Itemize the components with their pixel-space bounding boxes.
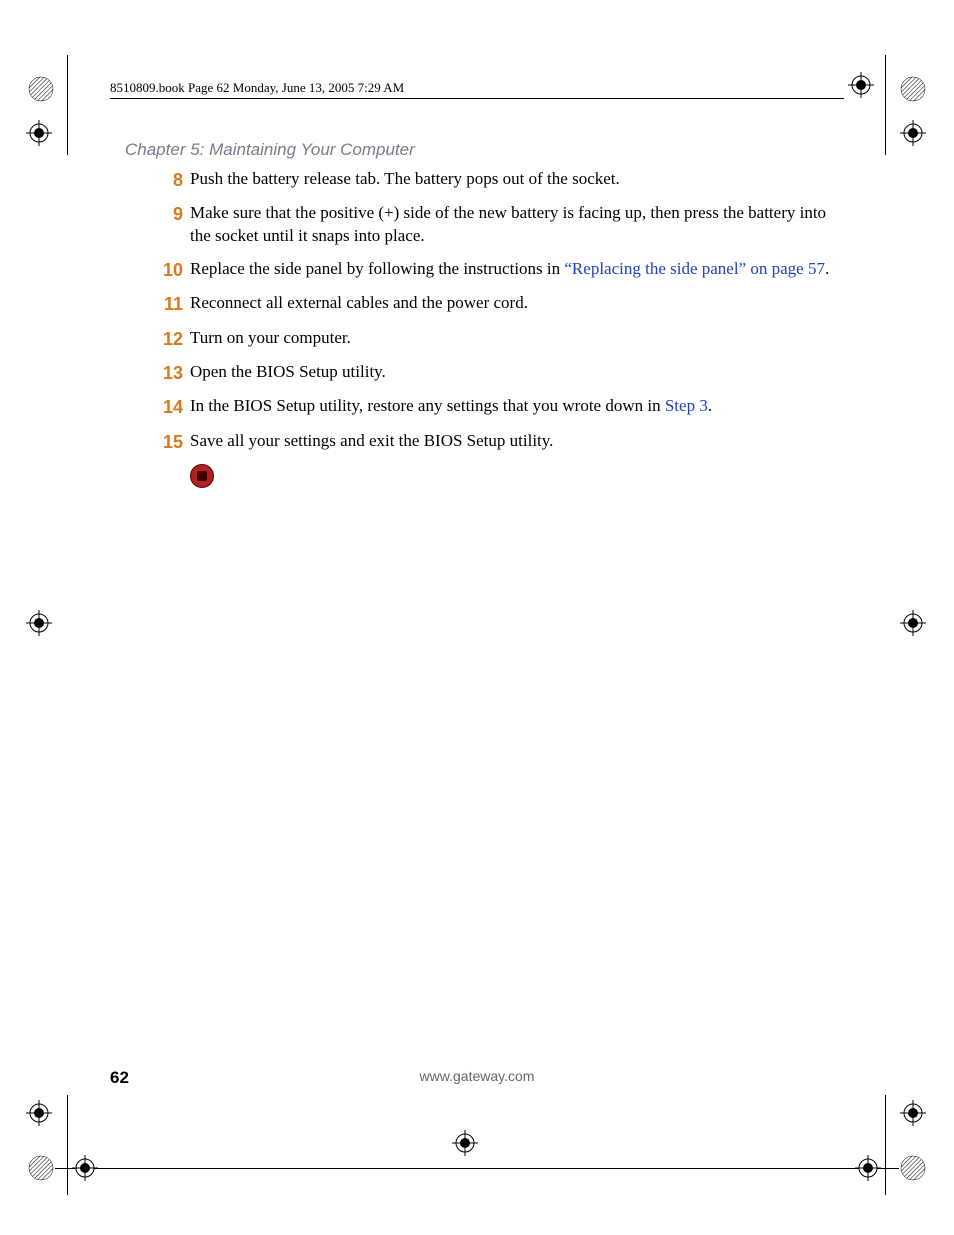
- step-text: Push the battery release tab. The batter…: [190, 168, 844, 191]
- step-text: In the BIOS Setup utility, restore any s…: [190, 395, 844, 418]
- step-number: 14: [155, 395, 183, 419]
- cross-reference-link[interactable]: “Replacing the side panel” on page 57: [564, 259, 825, 278]
- chapter-title: Chapter 5: Maintaining Your Computer: [125, 140, 415, 160]
- step-13: 13 Open the BIOS Setup utility.: [155, 361, 844, 385]
- crosshair-icon: [900, 610, 926, 636]
- crosshair-icon: [900, 1100, 926, 1126]
- step-text: Replace the side panel by following the …: [190, 258, 844, 281]
- step-text-pre: Replace the side panel by following the …: [190, 259, 564, 278]
- crop-line: [67, 55, 68, 155]
- cross-reference-link[interactable]: Step 3: [665, 396, 708, 415]
- register-mark-icon: [900, 1155, 926, 1181]
- crosshair-icon: [72, 1155, 98, 1181]
- step-number: 8: [155, 168, 183, 192]
- step-number: 12: [155, 327, 183, 351]
- step-text: Reconnect all external cables and the po…: [190, 292, 844, 315]
- crosshair-icon: [26, 120, 52, 146]
- crosshair-icon: [848, 72, 874, 98]
- page: 8510809.book Page 62 Monday, June 13, 20…: [0, 0, 954, 1235]
- register-mark-icon: [28, 1155, 54, 1181]
- step-number: 9: [155, 202, 183, 226]
- step-text: Save all your settings and exit the BIOS…: [190, 430, 844, 453]
- crosshair-icon: [900, 120, 926, 146]
- step-text-post: .: [708, 396, 712, 415]
- step-text-pre: In the BIOS Setup utility, restore any s…: [190, 396, 665, 415]
- crop-line: [55, 1168, 899, 1169]
- crosshair-icon: [26, 610, 52, 636]
- crosshair-icon: [855, 1155, 881, 1181]
- step-9: 9 Make sure that the positive (+) side o…: [155, 202, 844, 248]
- step-number: 10: [155, 258, 183, 282]
- running-head: 8510809.book Page 62 Monday, June 13, 20…: [110, 80, 404, 96]
- crop-line: [67, 1095, 68, 1195]
- page-number: 62: [110, 1068, 129, 1087]
- crosshair-icon: [26, 1100, 52, 1126]
- step-number: 11: [155, 292, 183, 316]
- step-text: Turn on your computer.: [190, 327, 844, 350]
- header-rule: [110, 98, 844, 99]
- step-15: 15 Save all your settings and exit the B…: [155, 430, 844, 454]
- footer-url: www.gateway.com: [420, 1068, 535, 1084]
- step-11: 11 Reconnect all external cables and the…: [155, 292, 844, 316]
- step-text: Make sure that the positive (+) side of …: [190, 202, 844, 248]
- step-8: 8 Push the battery release tab. The batt…: [155, 168, 844, 192]
- crosshair-icon: [452, 1130, 478, 1156]
- step-number: 13: [155, 361, 183, 385]
- step-number: 15: [155, 430, 183, 454]
- step-12: 12 Turn on your computer.: [155, 327, 844, 351]
- footer: 62 www.gateway.com: [110, 1068, 844, 1088]
- step-text-post: .: [825, 259, 829, 278]
- register-mark-icon: [28, 76, 54, 102]
- end-of-procedure-icon: [190, 464, 844, 488]
- crop-line: [885, 1095, 886, 1195]
- register-mark-icon: [900, 76, 926, 102]
- step-text: Open the BIOS Setup utility.: [190, 361, 844, 384]
- step-10: 10 Replace the side panel by following t…: [155, 258, 844, 282]
- step-14: 14 In the BIOS Setup utility, restore an…: [155, 395, 844, 419]
- crop-line: [885, 55, 886, 155]
- content: 8 Push the battery release tab. The batt…: [155, 168, 844, 488]
